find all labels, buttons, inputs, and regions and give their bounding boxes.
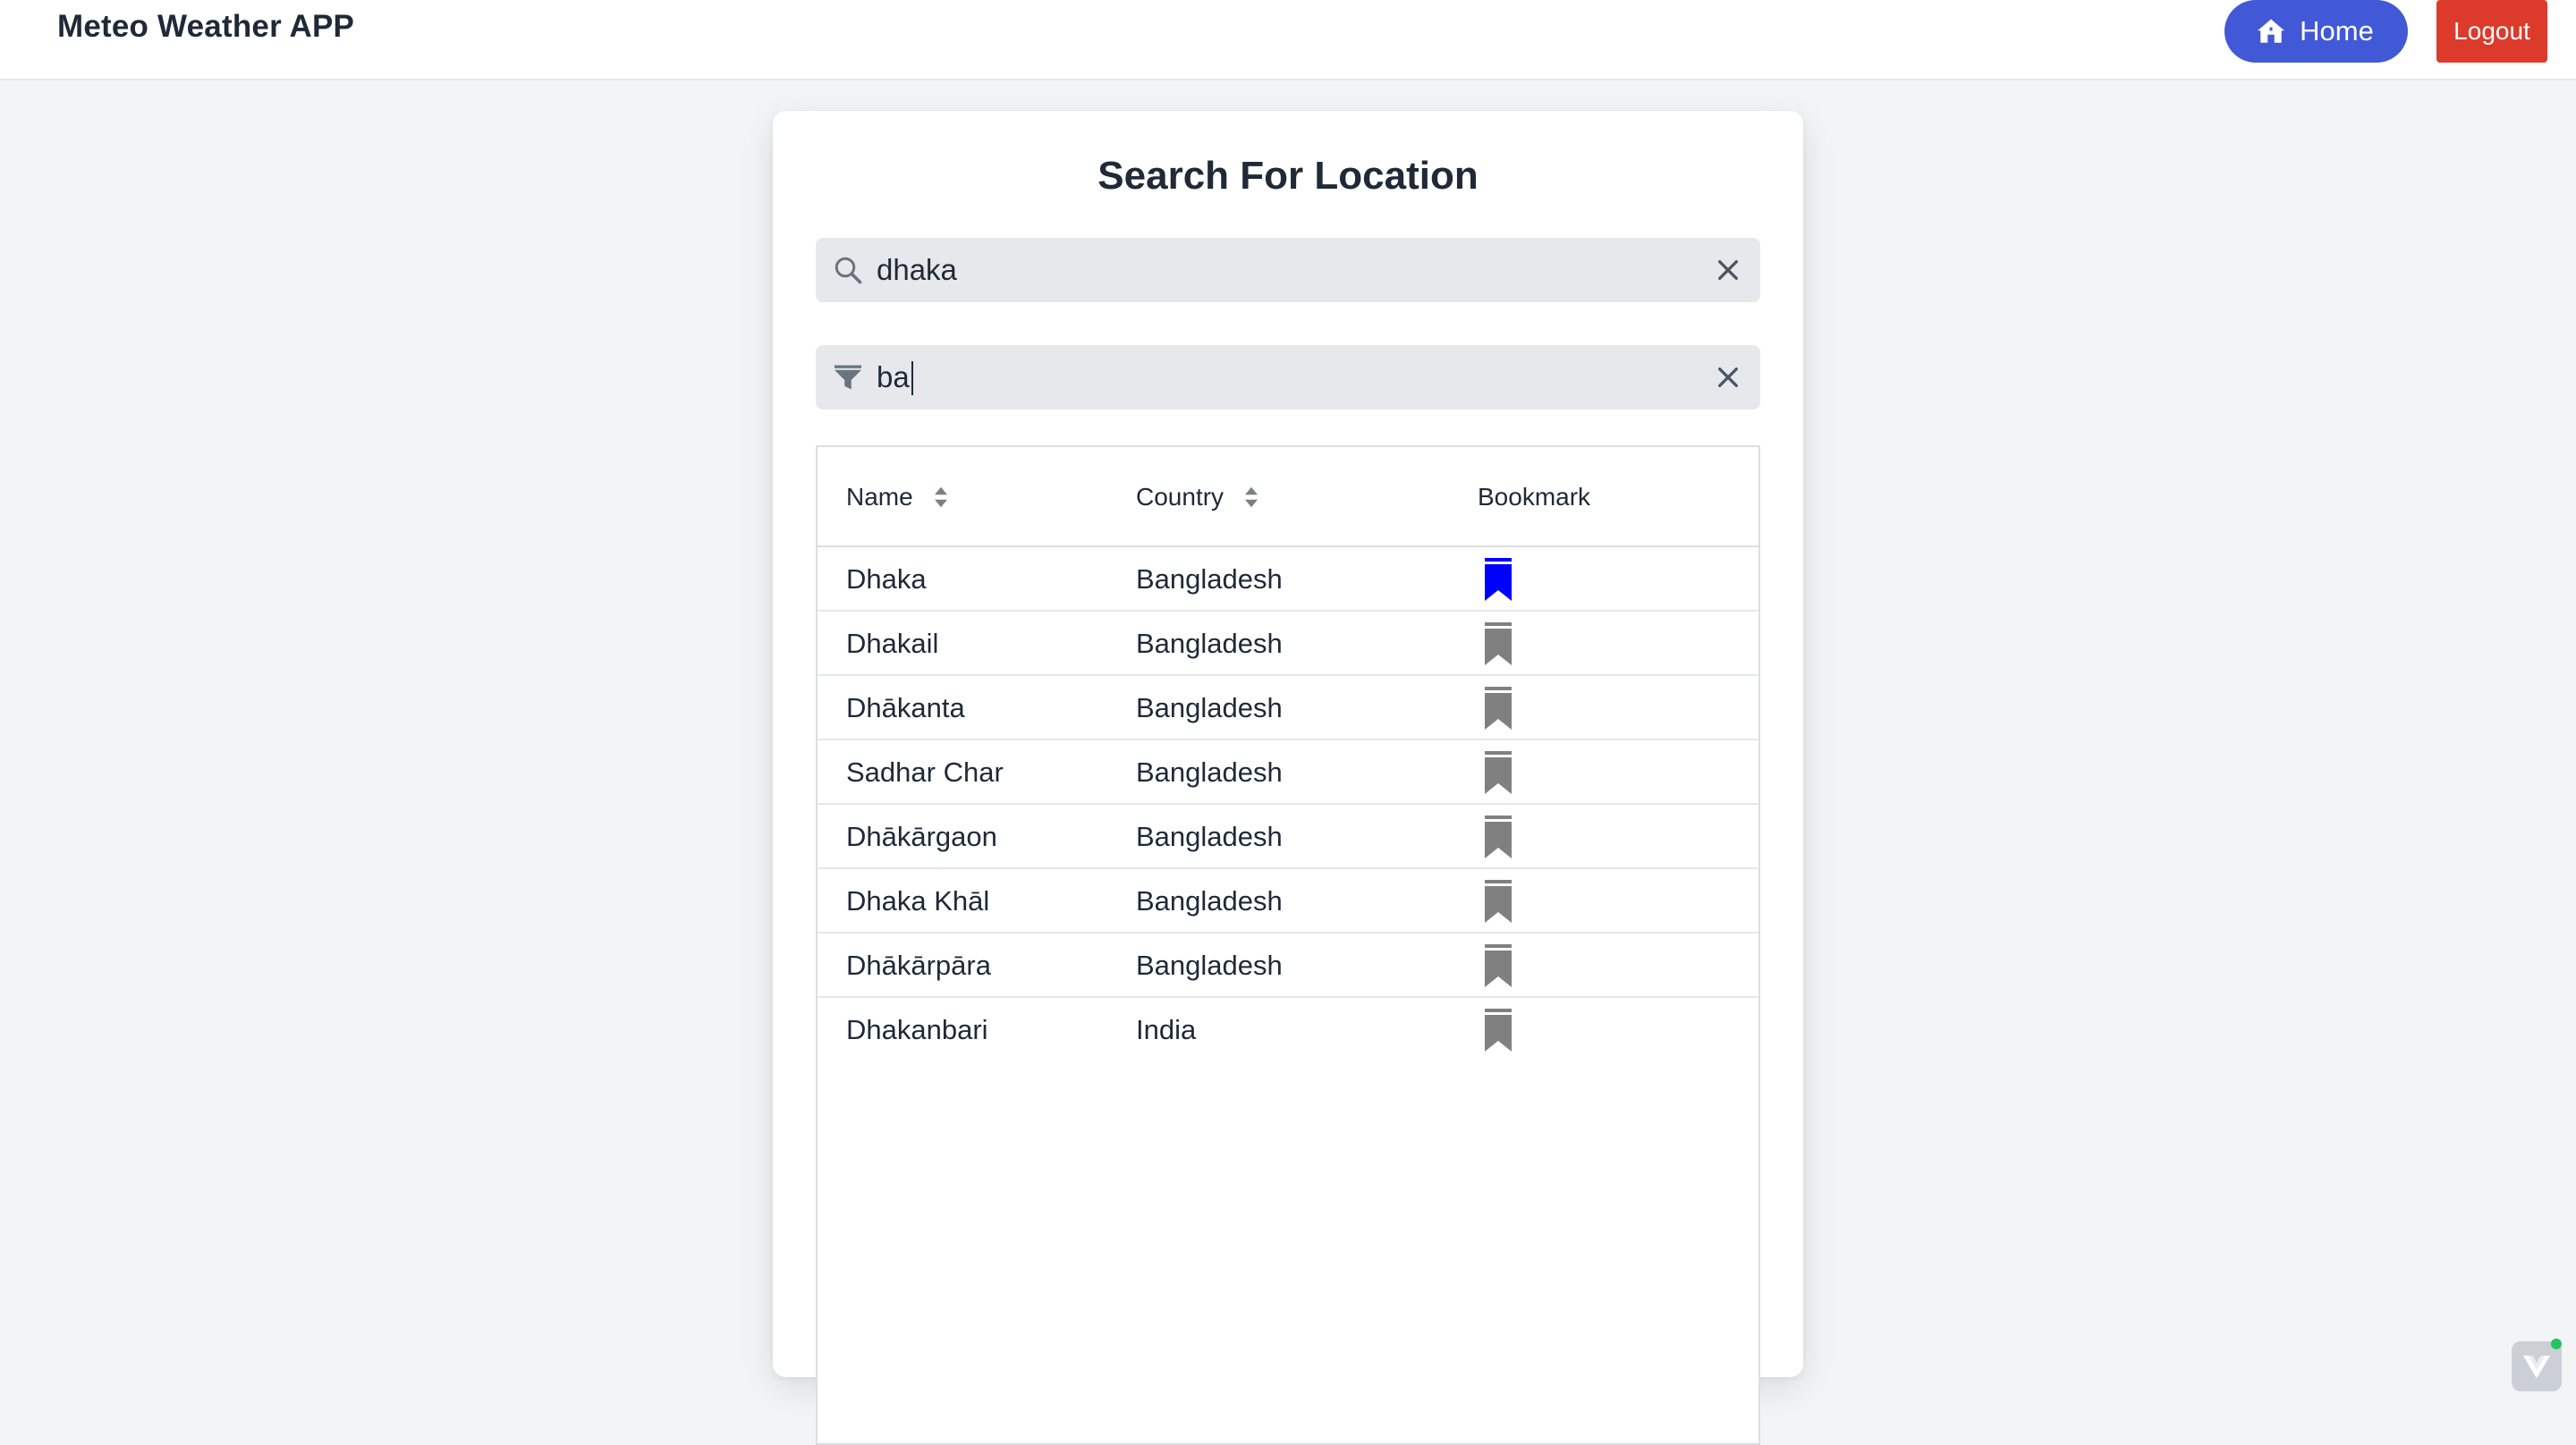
location-country: Bangladesh: [1136, 885, 1283, 917]
table-row[interactable]: Sadhar Char Bangladesh: [818, 740, 1758, 805]
bookmark-icon[interactable]: [1483, 1009, 1513, 1053]
sort-icon[interactable]: [1243, 485, 1259, 510]
location-country: Bangladesh: [1136, 563, 1283, 595]
search-icon: [835, 257, 862, 284]
bookmark-icon[interactable]: [1483, 687, 1513, 731]
search-location-card: Search For Location Name: [773, 111, 1803, 1445]
table-row[interactable]: Dhakail Bangladesh: [818, 612, 1758, 676]
table-row[interactable]: Dhakanbari India: [818, 998, 1758, 1062]
table-row[interactable]: Dhākanta Bangladesh: [818, 676, 1758, 740]
filter-field[interactable]: [816, 345, 1760, 410]
clear-search-icon[interactable]: [1716, 258, 1741, 283]
results-table: Name Country Bookmark Dhaka Bangladesh D…: [816, 445, 1760, 1445]
bookmark-icon[interactable]: [1483, 558, 1513, 603]
table-row[interactable]: Dhākārpāra Bangladesh: [818, 934, 1758, 998]
search-input[interactable]: [877, 238, 1682, 302]
location-name: Dhaka: [846, 563, 927, 595]
bookmark-icon[interactable]: [1483, 751, 1513, 796]
bookmark-icon[interactable]: [1483, 815, 1513, 860]
location-country: Bangladesh: [1136, 950, 1283, 981]
table-row[interactable]: Dhaka Bangladesh: [818, 547, 1758, 612]
text-cursor: [911, 361, 913, 395]
location-name: Dhākārgaon: [846, 821, 997, 852]
home-icon: [2258, 19, 2285, 43]
app-brand[interactable]: Meteo Weather APP: [57, 9, 354, 45]
column-header-country[interactable]: Country: [1136, 483, 1259, 511]
bookmark-icon[interactable]: [1483, 622, 1513, 667]
location-country: Bangladesh: [1136, 628, 1283, 659]
filter-input[interactable]: [877, 345, 1682, 410]
table-row[interactable]: Dhaka Khāl Bangladesh: [818, 869, 1758, 934]
home-button-label: Home: [2300, 15, 2374, 46]
location-name: Dhakanbari: [846, 1014, 988, 1045]
status-indicator-dot: [2551, 1339, 2562, 1349]
table-header: Name Country Bookmark: [818, 447, 1758, 547]
location-name: Dhākanta: [846, 692, 965, 723]
top-navbar: Meteo Weather APP Home Logout: [0, 0, 2576, 80]
location-name: Dhākārpāra: [846, 950, 991, 981]
location-country: Bangladesh: [1136, 821, 1283, 852]
search-field[interactable]: [816, 238, 1760, 302]
bookmark-icon[interactable]: [1483, 880, 1513, 925]
location-name: Dhakail: [846, 628, 939, 659]
column-header-bookmark: Bookmark: [1478, 483, 1591, 511]
bookmark-icon[interactable]: [1483, 944, 1513, 989]
logout-button[interactable]: Logout: [2436, 0, 2547, 63]
sort-icon[interactable]: [933, 485, 949, 510]
table-row[interactable]: Dhākārgaon Bangladesh: [818, 805, 1758, 869]
column-header-name[interactable]: Name: [846, 483, 949, 511]
home-button[interactable]: Home: [2224, 0, 2408, 63]
vue-logo-icon: [2523, 1356, 2550, 1379]
location-country: India: [1136, 1014, 1197, 1045]
card-title: Search For Location: [1097, 154, 1479, 198]
clear-filter-icon[interactable]: [1716, 365, 1741, 390]
column-header-country-label: Country: [1136, 483, 1224, 511]
column-header-name-label: Name: [846, 483, 913, 511]
location-country: Bangladesh: [1136, 756, 1283, 788]
location-name: Dhaka Khāl: [846, 885, 990, 917]
location-country: Bangladesh: [1136, 692, 1283, 723]
filter-icon: [835, 365, 861, 390]
location-name: Sadhar Char: [846, 756, 1004, 788]
